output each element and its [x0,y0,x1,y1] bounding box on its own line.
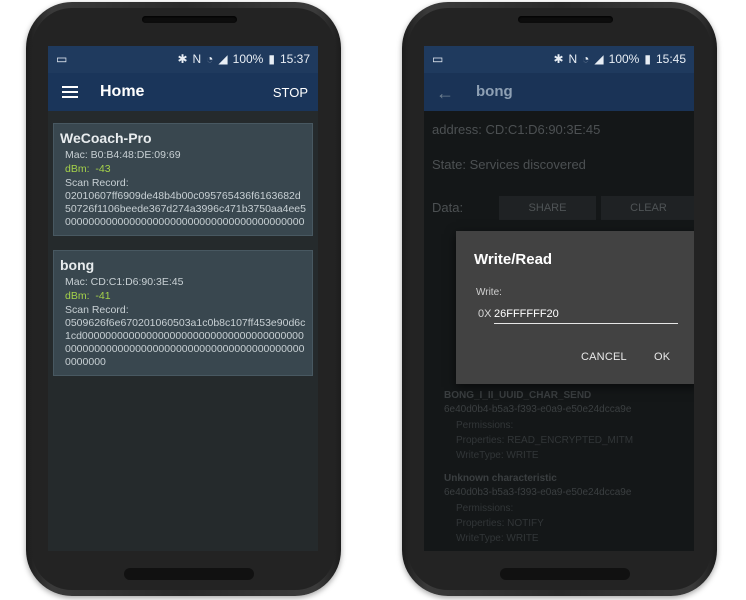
hex-prefix: 0X [478,308,492,320]
device-name: WeCoach-Pro [60,130,152,146]
dbm-value: -43 [95,163,111,175]
top-speaker [518,16,613,23]
write-read-dialog: Write/Read Write: 0X CANCEL OK [456,231,694,384]
scan-record-label: Scan Record: [65,304,129,316]
bottom-speaker [124,568,254,580]
scan-record-value: 0509626f6e670201060503a1c0b8c107ff453e90… [65,317,306,368]
battery-icon: ▮ [644,52,651,66]
device-name: bong [60,257,95,273]
scan-record-value: 02010607ff6909de48b4b00c095765436f616368… [65,190,306,228]
battery-icon: ▮ [268,52,275,66]
hamburger-menu-icon[interactable] [62,86,78,98]
device-dbm: dBm: -41 [65,290,111,302]
write-value-input[interactable] [494,304,678,324]
notification-icon: ▭ [432,52,444,66]
status-icons: ✱ N ◔ ◢ 100% ▮ 15:45 [553,52,686,66]
left-phone: ▭ ✱ N ◔ ◢ 100% ▮ 15:37 Home STOP WeCoach… [26,2,341,596]
status-icons: ✱ N ◔ ◢ 100% ▮ 15:37 [177,52,310,66]
stop-button[interactable]: STOP [273,85,308,100]
nfc-icon: N [568,52,578,66]
phone-body: ▭ ✱ N ◔ ◢ 100% ▮ 15:45 ← bong address: C… [408,8,711,590]
signal-icon: ◢ [218,52,228,66]
left-screen: ▭ ✱ N ◔ ◢ 100% ▮ 15:37 Home STOP WeCoach… [48,46,318,551]
dbm-value: -41 [95,290,111,302]
device-card[interactable]: bong Mac: CD:C1:D6:90:3E:45 dBm: -41 Sca… [53,250,313,376]
status-bar: ▭ ✱ N ◔ ◢ 100% ▮ 15:37 [48,46,318,73]
scan-record-label: Scan Record: [65,177,129,189]
ok-button[interactable]: OK [654,351,670,363]
notification-icon: ▭ [56,52,68,66]
right-screen: ▭ ✱ N ◔ ◢ 100% ▮ 15:45 ← bong address: C… [424,46,694,551]
device-mac: Mac: B0:B4:48:DE:09:69 [65,149,181,161]
app-bar: Home STOP [48,73,318,111]
write-label: Write: [476,287,502,298]
cancel-button[interactable]: CANCEL [581,351,627,363]
bottom-speaker [500,568,630,580]
top-speaker [142,16,237,23]
back-arrow-icon[interactable]: ← [436,83,454,104]
clock: 15:37 [279,52,310,66]
page-title: Home [100,83,145,100]
page-title: bong [476,83,513,100]
battery-text: 100% [232,52,264,66]
right-phone: ▭ ✱ N ◔ ◢ 100% ▮ 15:45 ← bong address: C… [402,2,717,596]
bluetooth-icon: ✱ [177,52,188,66]
battery-text: 100% [608,52,640,66]
device-dbm: dBm: -43 [65,163,111,175]
device-mac: Mac: CD:C1:D6:90:3E:45 [65,276,184,288]
bluetooth-icon: ✱ [553,52,564,66]
nfc-icon: N [192,52,202,66]
status-bar: ▭ ✱ N ◔ ◢ 100% ▮ 15:45 [424,46,694,73]
wifi-icon: ◔ [206,52,214,66]
wifi-icon: ◔ [582,52,590,66]
signal-icon: ◢ [594,52,604,66]
phone-body: ▭ ✱ N ◔ ◢ 100% ▮ 15:37 Home STOP WeCoach… [32,8,335,590]
device-card[interactable]: WeCoach-Pro Mac: B0:B4:48:DE:09:69 dBm: … [53,123,313,236]
app-bar: ← bong [424,73,694,111]
clock: 15:45 [655,52,686,66]
dialog-title: Write/Read [474,251,553,268]
